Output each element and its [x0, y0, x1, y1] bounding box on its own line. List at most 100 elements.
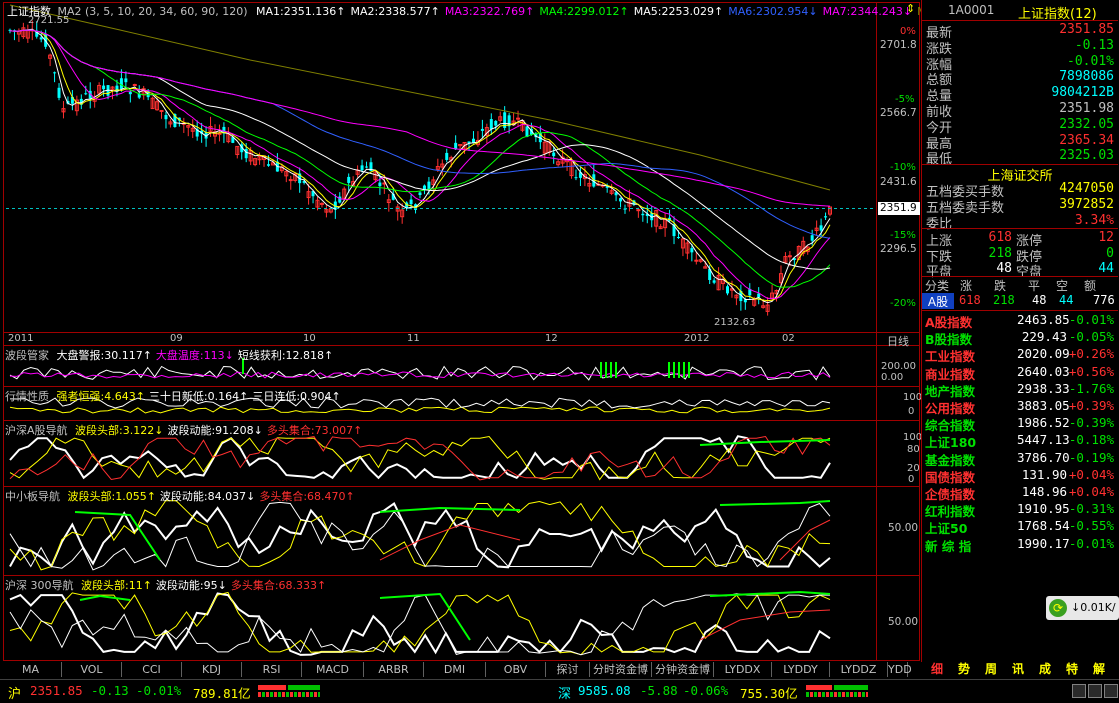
indicator-tab[interactable]: OBV — [486, 662, 546, 677]
side-tab[interactable]: 势 — [953, 662, 975, 677]
candle-body — [378, 182, 382, 187]
indicator-tab[interactable]: MA — [0, 662, 62, 677]
signal-bar — [673, 362, 675, 378]
panel-tick: 0 — [908, 406, 915, 417]
index-row[interactable]: A股指数 2463.85 -0.01% — [922, 312, 1118, 330]
candle-body — [119, 78, 123, 90]
panel-tick: 80 — [907, 444, 920, 455]
candle-body — [525, 126, 529, 137]
chart-area[interactable] — [0, 0, 920, 662]
index-row[interactable]: 地产指数 2938.33 -1.76% — [922, 380, 1118, 399]
side-tab[interactable]: 细 — [926, 662, 948, 677]
side-tab[interactable]: 特 — [1061, 662, 1083, 677]
index-row[interactable]: 上证180 5447.13 -0.18% — [922, 432, 1118, 450]
signal-bar — [615, 362, 617, 378]
index-row[interactable]: 基金指数 3786.70 -0.19% — [922, 450, 1118, 468]
class-col-header: 平 — [1028, 279, 1041, 293]
index-pct: +0.04% — [1068, 484, 1114, 499]
indicator-tab[interactable]: LYDDZ — [830, 662, 888, 677]
indicator-tab-bar: MA VOL CCI KDJ RSI MACD ARBR DMI OBV 探讨 分时资金博 分钟资金博… — [0, 662, 1119, 678]
side-tab[interactable]: 周 — [980, 662, 1002, 677]
index-row[interactable]: 企债指数 148.96 +0.04% — [922, 484, 1118, 502]
index-row[interactable]: 综合指数 1986.52 -0.39% — [922, 415, 1118, 433]
candle-body — [636, 209, 641, 212]
side-tab[interactable]: 成 — [1034, 662, 1056, 677]
speed-widget[interactable]: ⟳ ↓0.01K/ — [1046, 596, 1119, 620]
breadth-value: 218 — [988, 245, 1012, 261]
indicator-line — [379, 519, 831, 561]
sh-mini-bar — [258, 685, 320, 697]
panel-value: 波段动能:95↓ — [155, 579, 227, 592]
side-tab[interactable]: 讯 — [1007, 662, 1029, 677]
indicator-tab[interactable]: VOL — [62, 662, 122, 677]
period-label[interactable]: 日线 — [887, 333, 909, 349]
candle-body — [810, 235, 814, 241]
ma-line — [9, 29, 831, 288]
class-row[interactable]: A股 618 218 48 44 776 — [922, 293, 1118, 310]
side-tab[interactable]: 解 — [1088, 662, 1110, 677]
candle-body — [128, 91, 132, 95]
candle-body — [102, 85, 106, 90]
panel-name: 波段管家 — [5, 349, 49, 362]
index-row[interactable]: 新 综 指 1990.17 -0.01% — [922, 536, 1118, 554]
indicator-tab[interactable]: ARBR — [364, 662, 424, 677]
index-row[interactable]: 商业指数 2640.03 +0.56% — [922, 364, 1118, 382]
month-label: 12 — [545, 333, 558, 344]
panel-value: 波段动能:84.037↓ — [159, 490, 256, 503]
index-row[interactable]: 公用指数 3883.05 +0.39% — [922, 398, 1118, 416]
index-pct: -0.18% — [1068, 432, 1114, 448]
sz-price: 9585.08 — [578, 683, 631, 698]
speed-value: ↓0.01K/ — [1071, 601, 1116, 614]
panel-value: 多头集合:68.470↑ — [259, 490, 355, 503]
panel-value: 波段头部:3.122↓ — [75, 424, 164, 437]
signal-bar — [688, 362, 690, 378]
index-value: 2938.33 — [1017, 380, 1070, 396]
panel-value: 大盘警报:30.117↑ — [56, 349, 152, 362]
class-flat: 48 — [1032, 293, 1047, 307]
sh-change: -0.13 — [91, 683, 129, 698]
window-controls[interactable] — [1072, 684, 1118, 698]
panel-name: 中小板导航 — [5, 490, 60, 503]
index-row[interactable]: 国债指数 131.90 +0.04% — [922, 467, 1118, 485]
indicator-tab[interactable]: DMI — [424, 662, 486, 677]
indicator-tab[interactable]: MACD — [302, 662, 364, 677]
panel-value: 短线获利:12.818↑ — [237, 349, 334, 362]
candle-body — [266, 164, 270, 166]
pct-tick: -15% — [890, 230, 916, 241]
index-row[interactable]: 红利指数 1910.95 -0.31% — [922, 501, 1118, 519]
candle-body — [445, 152, 449, 160]
candle-body — [365, 166, 369, 168]
candle-body — [164, 114, 168, 120]
index-row[interactable]: 工业指数 2020.09 +0.26% — [922, 346, 1118, 364]
sz-mini-bar — [806, 685, 868, 697]
index-pct: -0.05% — [1068, 329, 1114, 345]
expand-icon[interactable]: ⇕ — [906, 2, 915, 15]
candle-body — [288, 179, 293, 182]
indicator-line — [79, 590, 831, 641]
index-row[interactable]: B股指数 229.43 -0.05% — [922, 329, 1118, 347]
ma-value: MA1:2351.136↑ — [256, 5, 346, 18]
candle-body — [489, 119, 493, 130]
chart-frame — [3, 2, 920, 661]
index-row[interactable]: 上证50 1768.54 -0.55% — [922, 518, 1118, 536]
class-col-header: 额 — [1084, 279, 1097, 293]
indicator-tab[interactable]: 分钟资金博 — [652, 662, 714, 677]
indicator-tab[interactable]: 探讨 — [546, 662, 590, 677]
indicator-tab[interactable]: 分时资金博 — [590, 662, 652, 677]
breadth-value: 44 — [1098, 261, 1114, 276]
indicator-tab[interactable]: LYDDX — [714, 662, 772, 677]
indicator-tab[interactable]: LYDDY — [772, 662, 830, 677]
candle-body — [53, 72, 57, 74]
indicator-tab[interactable]: KDJ — [182, 662, 242, 677]
indicator-tab[interactable]: RSI — [242, 662, 302, 677]
pct-tick: -20% — [890, 298, 916, 309]
indicator-tab[interactable]: CCI — [122, 662, 182, 677]
high-price-label: 2721.55 — [28, 15, 70, 26]
indicator-tab[interactable]: YDD — [888, 662, 912, 677]
candle-body — [824, 216, 828, 218]
quote-value: 2332.05 — [1059, 116, 1114, 132]
ma-line — [9, 4, 831, 191]
quote-value: 2351.85 — [1059, 22, 1114, 37]
ma-value: MA5:2253.029↑ — [633, 5, 724, 18]
panel-value: 大盘温度:113↓ — [155, 349, 234, 362]
